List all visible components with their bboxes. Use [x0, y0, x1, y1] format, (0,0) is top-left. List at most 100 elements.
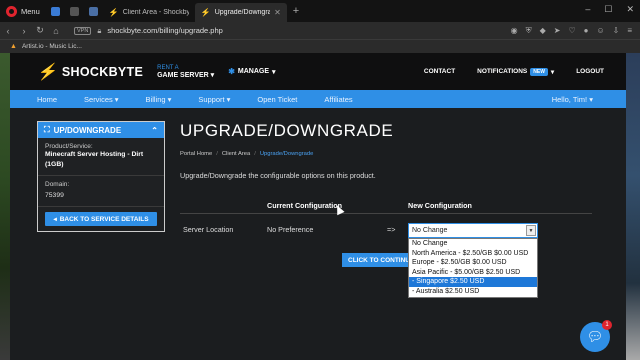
domain-section: Domain: 75399 [38, 176, 164, 207]
chevron-up-icon[interactable]: ⌃ [151, 126, 158, 135]
download-icon[interactable]: ⇩ [613, 26, 620, 36]
domain-value: 75399 [45, 192, 64, 199]
dropdown-option[interactable]: - Australia $2.50 USD [409, 287, 537, 297]
divider [180, 213, 592, 214]
browser-menu-button[interactable]: Menu [0, 0, 46, 22]
nav-home[interactable]: Home [37, 95, 57, 104]
logout-link[interactable]: LOGOUT [576, 68, 604, 75]
dropdown-option-selected[interactable]: - Singapore $2.50 USD [409, 277, 537, 287]
rent-server-menu[interactable]: RENT A GAME SERVER ▾ [157, 64, 214, 80]
dropdown-option[interactable]: No Change [409, 239, 537, 249]
back-to-service-button[interactable]: ◂ BACK TO SERVICE DETAILS [45, 212, 157, 226]
close-tab-icon[interactable]: ✕ [274, 8, 281, 17]
pinned-app-icon[interactable] [69, 6, 79, 16]
arrow-left-icon: ◂ [53, 216, 57, 223]
breadcrumb-client-area[interactable]: Client Area [222, 151, 250, 157]
web-page: ⚡ SHOCKBYTE RENT A GAME SERVER ▾ ✱ MANAG… [0, 53, 640, 360]
header-links: CONTACT NOTIFICATIONS NEW ▾ LOGOUT [424, 67, 604, 76]
url-field[interactable]: VPN 🔒︎ shockbyte.com/billing/upgrade.php [74, 26, 223, 36]
site-header: ⚡ SHOCKBYTE RENT A GAME SERVER ▾ ✱ MANAG… [10, 53, 626, 90]
nav-billing[interactable]: Billing ▾ [146, 95, 172, 104]
shockbyte-logo[interactable]: ⚡ SHOCKBYTE [36, 62, 144, 82]
breadcrumb-separator: / [254, 151, 256, 157]
side-panel-title: UP/DOWNGRADE [53, 125, 122, 135]
nav-affiliates[interactable]: Affiliates [324, 95, 352, 104]
main-navbar: Home Services ▾ Billing ▾ Support ▾ Open Ti… [10, 90, 626, 108]
new-badge: NEW [530, 67, 548, 76]
breadcrumb: Portal Home / Client Area / Upgrade/Down… [180, 151, 600, 157]
camera-icon[interactable]: ◉ [511, 26, 518, 36]
bookmarks-bar: ▲ Artist.io - Music Lic... [0, 39, 640, 53]
page-title: UPGRADE/DOWNGRADE [180, 121, 394, 140]
product-value: Minecraft Server Hosting - Dirt (1GB) [45, 151, 144, 168]
back-button-wrap: ◂ BACK TO SERVICE DETAILS [38, 207, 164, 231]
breadcrumb-portal-home[interactable]: Portal Home [180, 151, 212, 157]
tab-upgrade-downgrade[interactable]: ⚡ Upgrade/Downgrade - Sh ✕ [194, 3, 287, 22]
reload-icon[interactable]: ↻ [32, 25, 48, 36]
window-controls: – ☐ ✕ [585, 4, 634, 15]
home-icon[interactable]: ⌂ [48, 26, 64, 36]
dropdown-option[interactable]: Asia Pacific - $5.00/GB $2.50 USD [409, 268, 537, 278]
arrow-text: => [387, 225, 396, 234]
opera-logo-icon [6, 5, 17, 17]
tab-title: Upgrade/Downgrade - Sh [214, 9, 271, 16]
send-icon[interactable]: ➤ [554, 26, 561, 36]
contact-link[interactable]: CONTACT [424, 68, 455, 75]
nav-support[interactable]: Support ▾ [198, 95, 230, 104]
dropdown-option[interactable]: North America - $2.50/GB $0.00 USD [409, 249, 537, 259]
address-bar-actions: ◉ ⛨ ◆ ➤ ♡ ● ☺ ⇩ ≡ [511, 26, 632, 36]
bookmark-link[interactable]: Artist.io - Music Lic... [22, 43, 82, 50]
shield-icon[interactable]: ⛨ [526, 26, 532, 36]
logo-text: SHOCKBYTE [61, 64, 144, 79]
tab-title: Client Area - Shockbyte [122, 9, 189, 16]
background-art-left [0, 53, 10, 360]
intro-text: Upgrade/Downgrade the configurable optio… [180, 171, 376, 180]
product-section: Product/Service: Minecraft Server Hostin… [38, 138, 164, 176]
dropdown-option[interactable]: Europe - $2.50/GB $0.00 USD [409, 258, 537, 268]
nav-open-ticket[interactable]: Open Ticket [257, 95, 297, 104]
shockbyte-favicon-icon: ⚡ [108, 8, 119, 17]
breadcrumb-separator: / [216, 151, 218, 157]
nav-services[interactable]: Services ▾ [84, 95, 119, 104]
rent-label-bottom: GAME SERVER ▾ [157, 71, 215, 79]
side-panel-header[interactable]: ⛶ UP/DOWNGRADE ⌃ [38, 122, 164, 138]
option-label: Server Location [183, 225, 234, 234]
color-wheel-icon[interactable]: ● [584, 26, 589, 36]
maximize-icon[interactable]: ☐ [604, 4, 612, 15]
close-window-icon[interactable]: ✕ [626, 4, 634, 15]
settings-icon[interactable]: ≡ [627, 26, 632, 36]
address-bar: ‹ › ↻ ⌂ VPN 🔒︎ shockbyte.com/billing/upg… [0, 22, 640, 39]
breadcrumb-current: Upgrade/Downgrade [259, 151, 314, 157]
chat-bubble-icon: 💬︎ [586, 329, 604, 344]
forward-icon[interactable]: › [16, 26, 32, 36]
pinned-app-icon[interactable] [88, 6, 98, 16]
chevron-down-icon: ▾ [272, 68, 276, 76]
current-config-heading: Current Configuration [267, 201, 343, 210]
vpn-badge[interactable]: VPN [74, 26, 92, 35]
tab-client-area[interactable]: ⚡ Client Area - Shockbyte [103, 3, 195, 22]
shockbyte-favicon-icon: ⚡ [200, 8, 211, 17]
domain-label: Domain: [45, 181, 70, 188]
emoji-icon[interactable]: ☺ [596, 26, 604, 36]
back-icon[interactable]: ‹ [0, 26, 16, 36]
back-button-label: BACK TO SERVICE DETAILS [59, 215, 149, 223]
new-tab-button[interactable]: + [287, 5, 305, 17]
notifications-link[interactable]: NOTIFICATIONS NEW ▾ [477, 67, 554, 76]
url-text: shockbyte.com/billing/upgrade.php [107, 26, 223, 35]
background-art-right [626, 53, 640, 360]
chevron-down-icon[interactable]: ▼ [526, 225, 536, 236]
manage-menu[interactable]: ✱ MANAGE ▾ [228, 67, 275, 76]
extension-icon[interactable]: ◆ [540, 26, 546, 36]
pinned-app-icon[interactable] [50, 6, 60, 16]
current-value: No Preference [267, 225, 314, 234]
heart-icon[interactable]: ♡ [568, 26, 575, 36]
main-panel: UPGRADE/DOWNGRADE Portal Home / Client A… [180, 121, 600, 298]
minimize-icon[interactable]: – [585, 4, 590, 15]
continue-button[interactable]: CLICK TO CONTINUE [342, 253, 408, 267]
lock-icon: 🔒︎ [97, 25, 102, 35]
wrench-icon: ✱ [228, 67, 235, 76]
menu-label: Menu [21, 6, 40, 16]
user-menu[interactable]: Hello, Tim! ▾ [552, 95, 593, 104]
server-location-select[interactable]: No Change ▼ [408, 223, 538, 238]
select-value: No Change [412, 227, 448, 234]
